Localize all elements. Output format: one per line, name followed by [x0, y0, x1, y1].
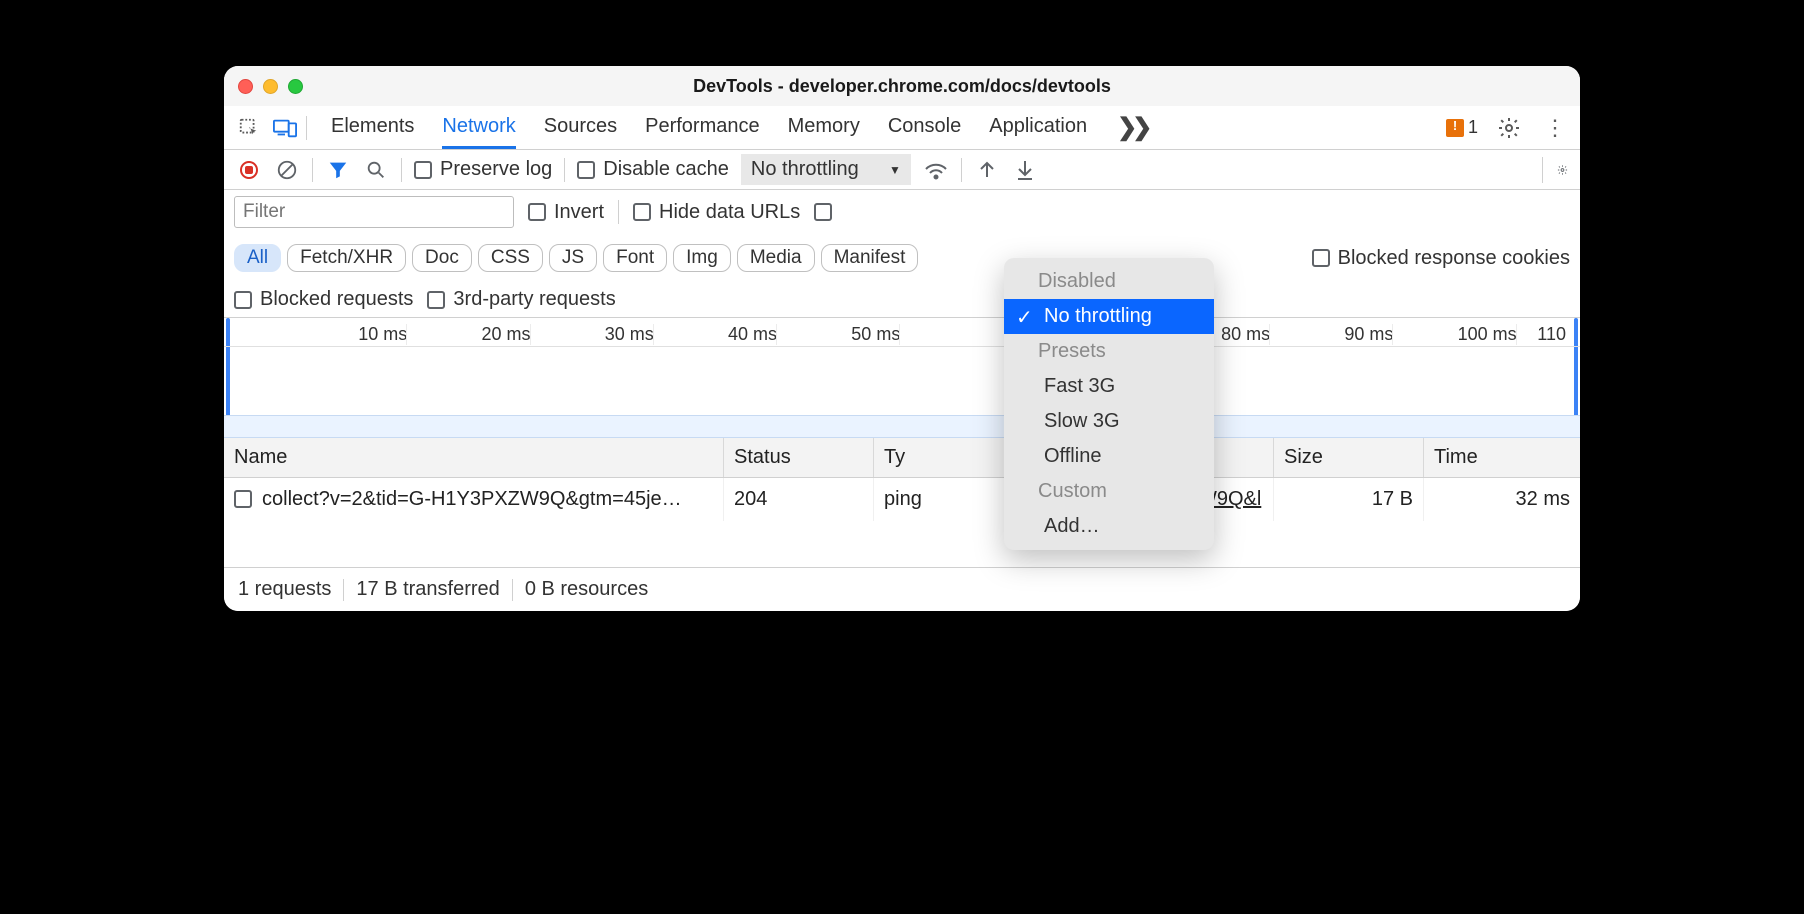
filter-font[interactable]: Font: [603, 244, 667, 272]
resource-type-filters: All Fetch/XHR Doc CSS JS Font Img Media …: [234, 244, 918, 272]
menu-item-fast-3g[interactable]: Fast 3G: [1004, 369, 1214, 404]
issues-count: 1: [1468, 117, 1478, 138]
column-time[interactable]: Time: [1424, 438, 1580, 477]
network-settings-icon[interactable]: [1542, 157, 1568, 183]
timeline-overview[interactable]: 10 ms 20 ms 30 ms 40 ms 50 ms 80 ms 90 m…: [224, 318, 1580, 438]
column-size[interactable]: Size: [1274, 438, 1424, 477]
disable-cache-checkbox[interactable]: Disable cache: [577, 158, 729, 181]
separator: [306, 116, 307, 140]
request-table-body: collect?v=2&tid=G-H1Y3PXZW9Q&gtm=45je… 2…: [224, 478, 1580, 568]
tab-console[interactable]: Console: [888, 107, 961, 149]
tab-elements[interactable]: Elements: [331, 107, 414, 149]
chevron-down-icon: ▼: [889, 163, 901, 177]
column-status[interactable]: Status: [724, 438, 874, 477]
menu-item-offline[interactable]: Offline: [1004, 439, 1214, 474]
issues-badge[interactable]: 1: [1446, 117, 1478, 138]
download-har-icon[interactable]: [1012, 157, 1038, 183]
titlebar: DevTools - developer.chrome.com/docs/dev…: [224, 66, 1580, 106]
zoom-window-button[interactable]: [288, 79, 303, 94]
tab-performance[interactable]: Performance: [645, 107, 760, 149]
cell-type: ping: [874, 478, 1024, 521]
upload-har-icon[interactable]: [974, 157, 1000, 183]
separator: [401, 158, 402, 182]
menu-item-slow-3g[interactable]: Slow 3G: [1004, 404, 1214, 439]
window-title: DevTools - developer.chrome.com/docs/dev…: [224, 76, 1580, 97]
cell-size: 17 B: [1274, 478, 1424, 521]
status-transferred: 17 B transferred: [356, 578, 499, 601]
filter-css[interactable]: CSS: [478, 244, 543, 272]
request-table-header: Name Status Ty Size Time: [224, 438, 1580, 478]
filter-fetch-xhr[interactable]: Fetch/XHR: [287, 244, 406, 272]
separator: [618, 200, 619, 224]
cell-name: collect?v=2&tid=G-H1Y3PXZW9Q&gtm=45je…: [224, 478, 724, 521]
clear-icon[interactable]: [274, 157, 300, 183]
tab-network[interactable]: Network: [442, 107, 515, 149]
filter-img[interactable]: Img: [673, 244, 731, 272]
window-controls: [238, 79, 303, 94]
timeline-labels: 10 ms 20 ms 30 ms 40 ms 50 ms 80 ms 90 m…: [224, 318, 1580, 345]
tab-memory[interactable]: Memory: [788, 107, 860, 149]
minimize-window-button[interactable]: [263, 79, 278, 94]
more-tabs-icon[interactable]: ❯❯: [1117, 113, 1147, 142]
row-checkbox[interactable]: [234, 490, 252, 508]
menu-group-custom: Custom: [1004, 474, 1214, 509]
column-name[interactable]: Name: [224, 438, 724, 477]
filter-js[interactable]: JS: [549, 244, 597, 272]
filter-doc[interactable]: Doc: [412, 244, 472, 272]
settings-icon[interactable]: [1494, 113, 1524, 143]
blocked-requests-checkbox[interactable]: Blocked requests: [234, 288, 413, 311]
filter-input[interactable]: [234, 196, 514, 228]
status-resources: 0 B resources: [525, 578, 648, 601]
inspect-element-icon[interactable]: [234, 113, 264, 143]
column-type[interactable]: Ty: [874, 438, 1024, 477]
menu-item-add[interactable]: Add…: [1004, 509, 1214, 544]
hide-data-urls-checkbox[interactable]: Hide data URLs: [633, 201, 800, 224]
record-button[interactable]: [236, 157, 262, 183]
cell-status: 204: [724, 478, 874, 521]
filter-bar: Invert Hide data URLs All Fetch/XHR Doc …: [224, 190, 1580, 318]
filter-icon[interactable]: [325, 157, 351, 183]
throttling-menu: Disabled No throttling Presets Fast 3G S…: [1004, 258, 1214, 550]
devtools-window: DevTools - developer.chrome.com/docs/dev…: [224, 66, 1580, 611]
third-party-requests-checkbox[interactable]: 3rd-party requests: [427, 288, 615, 311]
status-requests: 1 requests: [238, 578, 331, 601]
menu-group-presets: Presets: [1004, 334, 1214, 369]
separator: [564, 158, 565, 182]
status-bar: 1 requests 17 B transferred 0 B resource…: [224, 568, 1580, 611]
network-toolbar: Preserve log Disable cache No throttling…: [224, 150, 1580, 190]
preserve-log-checkbox[interactable]: Preserve log: [414, 158, 552, 181]
search-icon[interactable]: [363, 157, 389, 183]
blocked-response-cookies-checkbox[interactable]: Blocked response cookies: [1312, 247, 1570, 270]
separator: [961, 158, 962, 182]
more-icon[interactable]: ⋮: [1540, 113, 1570, 143]
warning-icon: [1446, 119, 1464, 137]
close-window-button[interactable]: [238, 79, 253, 94]
panel-tabs: Elements Network Sources Performance Mem…: [331, 107, 1087, 149]
network-conditions-icon[interactable]: [923, 157, 949, 183]
throttling-select[interactable]: No throttling ▼: [741, 154, 911, 185]
menu-item-no-throttling[interactable]: No throttling: [1004, 299, 1214, 334]
tab-application[interactable]: Application: [989, 107, 1087, 149]
tab-sources[interactable]: Sources: [544, 107, 617, 149]
truncated-checkbox[interactable]: [814, 203, 832, 221]
throttling-value: No throttling: [751, 158, 859, 181]
cell-time: 32 ms: [1424, 478, 1580, 521]
device-toolbar-icon[interactable]: [270, 113, 300, 143]
menu-group-disabled: Disabled: [1004, 264, 1214, 299]
invert-checkbox[interactable]: Invert: [528, 201, 604, 224]
table-row[interactable]: collect?v=2&tid=G-H1Y3PXZW9Q&gtm=45je… 2…: [224, 478, 1580, 521]
separator: [312, 158, 313, 182]
panel-tabbar: Elements Network Sources Performance Mem…: [224, 106, 1580, 150]
filter-manifest[interactable]: Manifest: [821, 244, 919, 272]
filter-all[interactable]: All: [234, 244, 281, 272]
filter-media[interactable]: Media: [737, 244, 815, 272]
